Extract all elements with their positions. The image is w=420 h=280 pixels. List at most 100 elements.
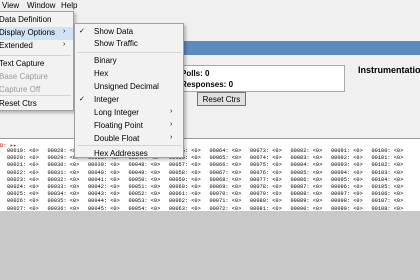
menu-item-display-options[interactable]: Display Options › — [0, 27, 73, 40]
data-cell: 00025: <0> — [7, 191, 39, 198]
menu-item-label: Base Capture — [0, 72, 48, 81]
data-cell: 00082: <0> — [290, 148, 323, 154]
data-cell: 00098: <0> — [331, 198, 363, 205]
data-cell: 00041: <0> — [88, 176, 120, 183]
data-cell: 00021: <0> — [7, 162, 39, 169]
data-cell: 00091: <0> — [331, 148, 363, 154]
data-cell: 00059: <0> — [169, 176, 201, 183]
data-cell: 00084: <0> — [290, 162, 323, 169]
menu-item-unsigned-decimal[interactable]: Unsigned Decimal — [75, 81, 183, 94]
data-cell: 00094: <0> — [331, 169, 363, 176]
data-cell: 00107: <0> — [371, 198, 404, 205]
data-cell: 00051: <0> — [128, 183, 161, 190]
chevron-right-icon: › — [170, 121, 173, 128]
data-cell: 00053: <0> — [128, 198, 161, 205]
menu-item-label: Hex — [94, 69, 109, 78]
menu-item-binary[interactable]: Binary — [75, 55, 183, 68]
data-cell: 00078: <0> — [250, 183, 282, 190]
data-cell: 00026: <0> — [7, 198, 39, 205]
left-dropdown-menu: Data Definition Display Options › Extended ›… — [0, 11, 74, 111]
display-options-submenu: ✓ Show Data Show Traffic Binary Hex Unsigned … — [74, 23, 184, 158]
data-pane: D: ▸▸ 00019: <0>00028: <0>00037: <0>0004… — [0, 138, 420, 212]
chevron-right-icon: › — [63, 28, 66, 35]
data-cell: 00095: <0> — [331, 176, 363, 183]
data-cell: 00035: <0> — [47, 198, 80, 205]
menu-item-long-integer[interactable]: Long Integer › — [75, 107, 183, 120]
data-cell: 00073: <0> — [250, 148, 282, 154]
data-cell: 00032: <0> — [47, 176, 80, 183]
data-cell: 00030: <0> — [47, 162, 80, 169]
menu-item-label: Hex Addresses — [94, 149, 148, 158]
menu-item-label: Double Float — [94, 134, 140, 143]
menu-bar: View Window Help — [0, 0, 420, 11]
menu-item-label: Data Definition — [0, 15, 52, 24]
menu-item-floating-point[interactable]: Floating Point › — [75, 120, 183, 133]
menu-separator — [77, 145, 181, 146]
menu-item-label: Display Options — [0, 28, 56, 37]
data-cell: 00033: <0> — [47, 183, 80, 190]
menu-item-hex[interactable]: Hex — [75, 68, 183, 81]
menu-item-hex-addresses[interactable]: Hex Addresses — [75, 148, 183, 161]
chevron-right-icon: › — [63, 41, 66, 48]
menu-view[interactable]: View — [2, 1, 19, 10]
data-cell: 00057: <0> — [169, 162, 201, 169]
data-cell: 00093: <0> — [331, 162, 363, 169]
reset-counters-button[interactable]: Reset Ctrs — [197, 92, 246, 106]
data-cell: 00042: <0> — [88, 183, 120, 190]
menu-item-label: Floating Point — [94, 121, 143, 130]
menu-item-text-capture[interactable]: Text Capture — [0, 58, 73, 71]
data-cell: 00022: <0> — [7, 169, 39, 176]
menu-item-label: Reset Ctrs — [0, 99, 37, 108]
menu-item-data-definition[interactable]: Data Definition — [0, 14, 73, 27]
menu-window[interactable]: Window — [27, 1, 55, 10]
menu-separator — [0, 55, 71, 56]
stats-box: Polls: 0 Responses: 0 — [170, 65, 345, 92]
menu-separator — [77, 52, 181, 53]
data-cell: 00086: <0> — [290, 176, 323, 183]
menu-item-label: Show Data — [94, 27, 134, 36]
menu-help[interactable]: Help — [61, 1, 77, 10]
data-cell: 00097: <0> — [331, 191, 363, 198]
data-cell: 00065: <0> — [209, 155, 242, 162]
data-cell: 00071: <0> — [209, 198, 242, 205]
data-cell: 00074: <0> — [250, 155, 282, 162]
data-cell: 00048: <0> — [128, 162, 161, 169]
data-cell: 00039: <0> — [88, 162, 120, 169]
menu-item-label: Show Traffic — [94, 39, 138, 48]
data-cell: 00040: <0> — [88, 169, 120, 176]
data-cell: 00050: <0> — [128, 176, 161, 183]
chevron-right-icon: › — [170, 134, 173, 141]
data-cell: 00020: <0> — [7, 155, 39, 162]
data-cell: 00083: <0> — [290, 155, 323, 162]
menu-item-show-traffic[interactable]: Show Traffic — [75, 38, 183, 51]
data-cell: 00105: <0> — [371, 183, 404, 190]
data-cell: 00034: <0> — [47, 191, 80, 198]
data-cell: 00092: <0> — [331, 155, 363, 162]
data-cell: 00100: <0> — [371, 148, 404, 154]
polls-count: Polls: 0 — [181, 69, 210, 78]
data-cell: 00066: <0> — [209, 162, 242, 169]
menu-item-label: Integer — [94, 95, 119, 104]
data-cell: 00102: <0> — [371, 162, 404, 169]
data-cell: 00064: <0> — [209, 148, 242, 154]
menu-item-label: Unsigned Decimal — [94, 82, 159, 91]
check-icon: ✓ — [79, 28, 85, 35]
menu-item-integer[interactable]: ✓ Integer — [75, 94, 183, 107]
data-cell: 00031: <0> — [47, 169, 80, 176]
responses-count: Responses: 0 — [181, 80, 234, 89]
data-cell: 00089: <0> — [290, 198, 323, 205]
data-cell: 00079: <0> — [250, 191, 282, 198]
menu-item-base-capture: Base Capture — [0, 71, 73, 84]
menu-item-reset-ctrs[interactable]: Reset Ctrs — [0, 98, 73, 111]
data-cell: 00049: <0> — [128, 169, 161, 176]
data-cell: 00060: <0> — [169, 183, 201, 190]
data-cell: 00076: <0> — [250, 169, 282, 176]
menu-item-label: Binary — [94, 56, 117, 65]
data-cell: 00058: <0> — [169, 169, 201, 176]
data-cell: 00067: <0> — [209, 169, 242, 176]
data-cell: 00085: <0> — [290, 169, 323, 176]
data-cell: 00069: <0> — [209, 183, 242, 190]
menu-item-extended[interactable]: Extended › — [0, 40, 73, 53]
data-cell: 00061: <0> — [169, 191, 201, 198]
data-cell: 00052: <0> — [128, 191, 161, 198]
